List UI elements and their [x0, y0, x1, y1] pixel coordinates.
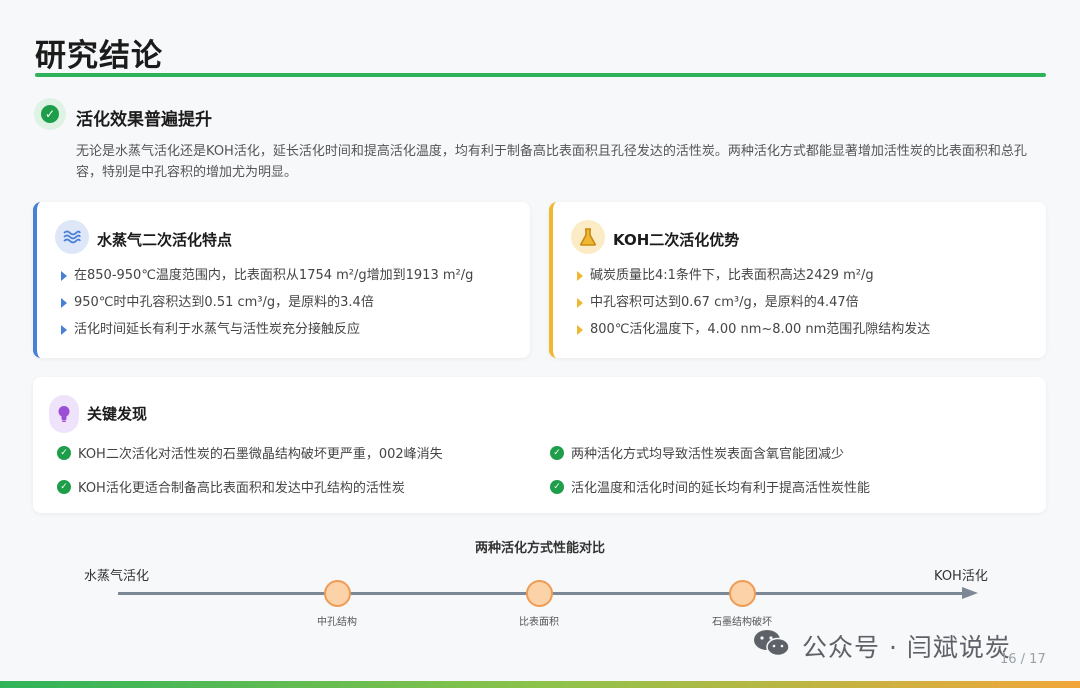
bullet-arrow-icon [61, 325, 67, 335]
check-icon: ✓ [550, 445, 564, 460]
node-label: 比表面积 [519, 617, 559, 628]
watermark: 公众号 · 闫斌说炭 [752, 628, 1011, 664]
comparison-node [526, 580, 553, 607]
water-waves-icon [55, 220, 89, 254]
list-item: 950℃时中孔容积达到0.51 cm³/g，是原料的3.4倍 [61, 293, 473, 320]
bullet-arrow-icon [577, 325, 583, 335]
page-number: 16 / 17 [1000, 652, 1046, 667]
koh-activation-card: KOH二次活化优势 碱炭质量比4:1条件下，比表面积高达2429 m²/g 中孔… [549, 202, 1046, 358]
check-icon: ✓ [550, 479, 564, 494]
arrow-head-icon [962, 587, 978, 599]
comparison-right-label: KOH活化 [934, 569, 988, 584]
watermark-text: 公众号 · 闫斌说炭 [802, 633, 1011, 662]
comparison-left-label: 水蒸气活化 [84, 569, 150, 584]
koh-bullet-list: 碱炭质量比4:1条件下，比表面积高达2429 m²/g 中孔容积可达到0.67 … [577, 266, 930, 347]
finding-item: ✓ KOH二次活化对活性炭的石墨微晶结构破坏更严重，002峰消失 [57, 443, 443, 462]
flask-icon [571, 220, 605, 254]
check-icon: ✓ [57, 479, 71, 494]
list-item: 活化时间延长有利于水蒸气与活性炭充分接触反应 [61, 320, 473, 347]
bullet-arrow-icon [577, 298, 583, 308]
comparison-node [729, 580, 756, 607]
bullet-arrow-icon [577, 271, 583, 281]
key-findings-card: 关键发现 ✓ KOH二次活化对活性炭的石墨微晶结构破坏更严重，002峰消失 ✓ 两种… [33, 377, 1046, 513]
title-divider [35, 73, 1046, 77]
node-label: 石墨结构破坏 [712, 617, 772, 628]
lightbulb-icon [49, 395, 79, 433]
findings-title: 关键发现 [87, 405, 148, 423]
bullet-arrow-icon [61, 298, 67, 308]
node-label: 中孔结构 [317, 617, 357, 628]
check-circle-icon: ✓ [34, 98, 66, 130]
check-icon: ✓ [57, 445, 71, 460]
summary-body: 无论是水蒸气活化还是KOH活化，延长活化时间和提高活化温度，均有利于制备高比表面… [76, 144, 1027, 180]
finding-item: ✓ 活化温度和活化时间的延长均有利于提高活性炭性能 [550, 477, 870, 496]
bullet-arrow-icon [61, 271, 67, 281]
steam-card-title: 水蒸气二次活化特点 [97, 231, 233, 249]
steam-bullet-list: 在850-950℃温度范围内，比表面积从1754 m²/g增加到1913 m²/… [61, 266, 473, 347]
list-item: 在850-950℃温度范围内，比表面积从1754 m²/g增加到1913 m²/… [61, 266, 473, 293]
list-item: 碱炭质量比4:1条件下，比表面积高达2429 m²/g [577, 266, 930, 293]
wechat-icon [752, 628, 792, 664]
finding-item: ✓ KOH活化更适合制备高比表面积和发达中孔结构的活性炭 [57, 477, 405, 496]
steam-activation-card: 水蒸气二次活化特点 在850-950℃温度范围内，比表面积从1754 m²/g增… [33, 202, 530, 358]
comparison-title: 两种活化方式性能对比 [474, 541, 605, 556]
list-item: 800℃活化温度下，4.00 nm~8.00 nm范围孔隙结构发达 [577, 320, 930, 347]
summary-heading: 活化效果普遍提升 [76, 110, 212, 130]
list-item: 中孔容积可达到0.67 cm³/g，是原料的4.47倍 [577, 293, 930, 320]
koh-card-title: KOH二次活化优势 [613, 231, 740, 249]
bottom-gradient-bar [0, 681, 1080, 688]
comparison-node [324, 580, 351, 607]
page-title: 研究结论 [35, 38, 163, 74]
finding-item: ✓ 两种活化方式均导致活性炭表面含氧官能团减少 [550, 443, 844, 462]
